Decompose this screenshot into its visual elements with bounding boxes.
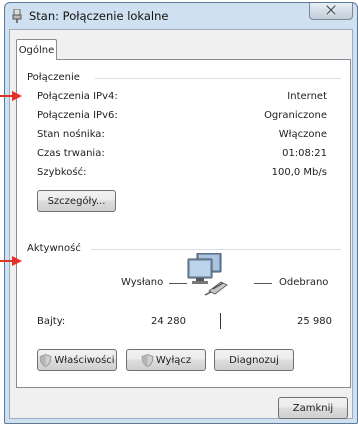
sent-label: Wysłano [121, 277, 164, 288]
status-window: Stan: Połączenie lokalne Ogólne Połączen… [4, 2, 358, 424]
annotation-arrow-activity [0, 256, 22, 266]
details-button-label: Szczegóły... [47, 195, 106, 207]
bytes-label: Bajty: [37, 316, 66, 327]
close-button-label: Zamknij [292, 402, 334, 414]
duration-value: 01:08:21 [282, 148, 327, 159]
ipv4-row: Połączenia IPv4: Internet [37, 91, 327, 105]
bytes-divider [220, 313, 221, 329]
activity-group-title: Aktywność [27, 243, 81, 254]
ipv4-label: Połączenia IPv4: [37, 91, 118, 102]
uac-shield-icon [39, 353, 52, 367]
bytes-received-value: 25 980 [297, 316, 332, 327]
ipv6-value: Ograniczone [264, 110, 327, 121]
close-x-icon [325, 4, 337, 18]
close-window-button[interactable] [309, 3, 353, 20]
duration-row: Czas trwania: 01:08:21 [37, 148, 327, 162]
media-state-label: Stan nośnika: [37, 129, 105, 140]
close-button[interactable]: Zamknij [278, 397, 348, 419]
network-computers-icon [183, 252, 233, 299]
diagnose-button-label: Diagnozuj [229, 354, 279, 366]
tab-label: Ogólne [18, 44, 55, 56]
dialog-client-area: Ogólne Połączenie Połączenia IPv4: Inter… [9, 29, 353, 419]
details-button[interactable]: Szczegóły... [37, 190, 116, 212]
bytes-sent-value: 24 280 [151, 316, 186, 327]
disable-button-label: Wyłącz [155, 354, 192, 366]
ipv6-row: Połączenia IPv6: Ograniczone [37, 110, 327, 124]
tab-general[interactable]: Ogólne [16, 39, 57, 60]
speed-value: 100,0 Mb/s [271, 167, 327, 178]
tab-panel: Połączenie Połączenia IPv4: Internet Poł… [16, 59, 351, 388]
properties-button-label: Właściwości [54, 354, 115, 366]
uac-shield-icon [141, 353, 154, 367]
disable-button[interactable]: Wyłącz [126, 349, 206, 371]
media-state-value: Włączone [278, 129, 327, 140]
diagnose-button[interactable]: Diagnozuj [214, 349, 294, 371]
connection-group-title: Połączenie [27, 72, 80, 83]
ipv4-value: Internet [287, 91, 327, 102]
group-divider [95, 78, 341, 79]
speed-row: Szybkość: 100,0 Mb/s [37, 167, 327, 181]
media-state-row: Stan nośnika: Włączone [37, 129, 327, 143]
ipv6-label: Połączenia IPv6: [37, 110, 118, 121]
annotation-arrow-connection [0, 91, 22, 101]
speed-label: Szybkość: [37, 167, 87, 178]
received-connector-line [254, 283, 272, 284]
received-label: Odebrano [279, 277, 329, 288]
title-bar[interactable]: Stan: Połączenie lokalne [5, 3, 357, 29]
network-adapter-icon [12, 8, 22, 23]
group-divider [91, 249, 341, 250]
duration-label: Czas trwania: [37, 148, 105, 159]
window-title: Stan: Połączenie lokalne [29, 9, 169, 23]
properties-button[interactable]: Właściwości [37, 349, 117, 371]
